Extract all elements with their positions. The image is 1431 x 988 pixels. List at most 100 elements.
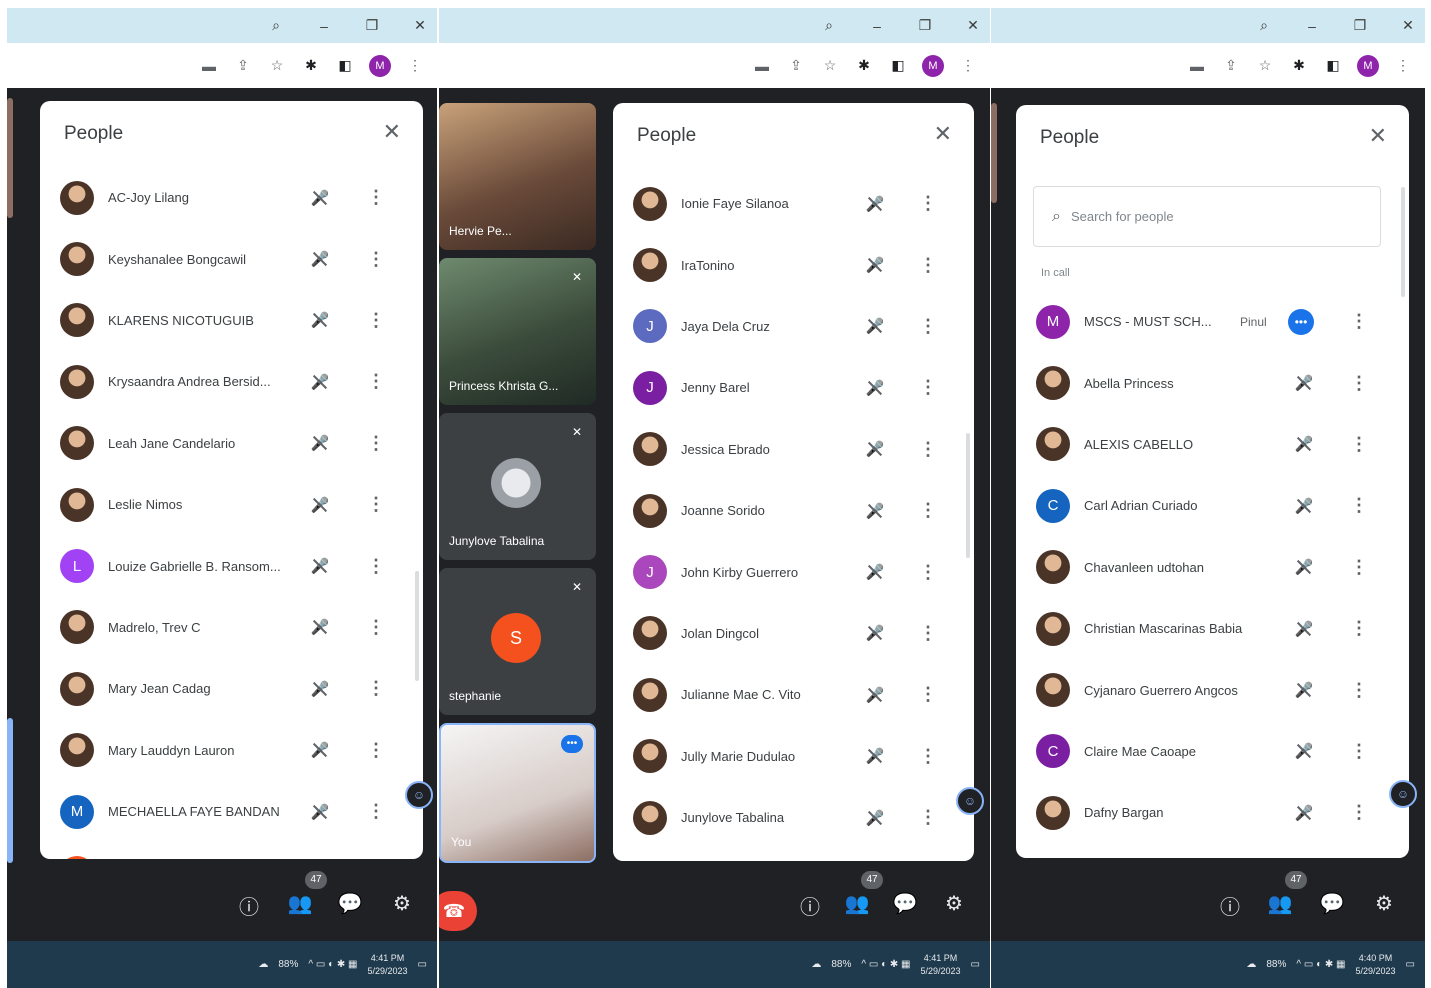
more-options-icon[interactable]: ⋮ [919, 255, 937, 276]
more-options-icon[interactable]: ⋮ [367, 678, 385, 699]
more-options-icon[interactable]: ⋮ [367, 371, 385, 392]
participant-row[interactable]: Keyshanalee Bongcawil 🎤 ⋮ [40, 228, 423, 289]
more-options-icon[interactable]: ⋮ [367, 310, 385, 331]
activities-icon[interactable]: ⚙ [389, 891, 415, 916]
participant-row[interactable]: IraTonino 🎤 ⋮ [613, 234, 974, 295]
info-icon[interactable]: ⓘ [1217, 891, 1243, 920]
participant-row[interactable]: L Louize Gabrielle B. Ransom... 🎤 ⋮ [40, 535, 423, 596]
participant-row[interactable]: ALEXIS CABELLO 🎤 ⋮ [1016, 414, 1409, 475]
people-icon[interactable]: 👥 [287, 891, 313, 916]
minimize-button[interactable]: – [1303, 18, 1321, 34]
share-icon[interactable]: ⇪ [233, 57, 253, 74]
participant-row[interactable]: Jolan Dingcol 🎤 ⋮ [613, 603, 974, 664]
more-options-icon[interactable]: ⋮ [919, 562, 937, 583]
more-options-icon[interactable]: ⋮ [367, 249, 385, 270]
participant-row[interactable]: J John Kirby Guerrero 🎤 ⋮ [613, 541, 974, 602]
participant-row[interactable]: Jessica Ebrado 🎤 ⋮ [613, 419, 974, 480]
info-icon[interactable]: ⓘ [236, 891, 262, 920]
taskbar-clock[interactable]: 4:41 PM 5/29/2023 [921, 952, 961, 978]
tray-icons[interactable]: ^ ▭ ◐ ✱ ▦ [861, 959, 910, 970]
notification-icon[interactable]: ▭ [418, 959, 427, 970]
participant-row[interactable]: Leah Jane Candelario 🎤 ⋮ [40, 413, 423, 474]
more-options-icon[interactable]: ⋮ [367, 187, 385, 208]
tray-icons[interactable]: ^ ▭ ◐ ✱ ▦ [1296, 959, 1345, 970]
participant-row[interactable]: Abella Princess 🎤 ⋮ [1016, 352, 1409, 413]
reactions-button[interactable]: ☺ [956, 787, 984, 815]
chat-icon[interactable]: 💬 [337, 891, 363, 916]
activities-icon[interactable]: ⚙ [941, 891, 967, 916]
sidepanel-icon[interactable]: ◧ [335, 57, 355, 74]
camera-icon[interactable]: ▬ [1187, 58, 1207, 74]
close-window-button[interactable]: ✕ [964, 17, 982, 34]
video-tile[interactable]: ✕ S stephanie [439, 568, 596, 715]
reactions-button[interactable]: ☺ [1389, 780, 1417, 808]
share-icon[interactable]: ⇪ [786, 57, 806, 74]
notification-icon[interactable]: ▭ [971, 959, 980, 970]
more-options-icon[interactable]: ⋮ [919, 807, 937, 828]
more-options-icon[interactable]: ⋮ [1350, 373, 1368, 394]
video-tile[interactable]: Hervie Pe... [439, 103, 596, 250]
extensions-icon[interactable]: ✱ [301, 57, 321, 74]
more-options-icon[interactable]: ⋮ [367, 801, 385, 822]
extensions-icon[interactable]: ✱ [1289, 57, 1309, 74]
tray-icons[interactable]: ^ ▭ ◐ ✱ ▦ [308, 959, 357, 970]
participant-row[interactable]: Joanne Sorido 🎤 ⋮ [613, 480, 974, 541]
participant-row[interactable]: Leslie Nimos 🎤 ⋮ [40, 474, 423, 535]
browser-menu-icon[interactable]: ⋮ [958, 57, 978, 74]
sidepanel-icon[interactable]: ◧ [1323, 57, 1343, 74]
more-options-icon[interactable]: ⋮ [1350, 802, 1368, 823]
browser-menu-icon[interactable]: ⋮ [1393, 57, 1413, 74]
participant-row[interactable]: Dafny Bargan 🎤 ⋮ [1016, 782, 1409, 843]
close-window-button[interactable]: ✕ [1399, 17, 1417, 34]
participant-row[interactable]: AC-Joy Lilang 🎤 ⋮ [40, 167, 423, 228]
taskbar-clock[interactable]: 4:40 PM 5/29/2023 [1356, 952, 1396, 978]
people-icon[interactable]: 👥 [844, 891, 870, 916]
restore-button[interactable]: ❐ [1351, 17, 1369, 34]
camera-icon[interactable]: ▬ [752, 58, 772, 74]
participant-row[interactable]: Madrelo, Trev C 🎤 ⋮ [40, 597, 423, 658]
restore-button[interactable]: ❐ [916, 17, 934, 34]
more-options-icon[interactable]: ⋮ [919, 623, 937, 644]
more-options-icon[interactable]: ⋮ [1350, 618, 1368, 639]
participant-row[interactable]: Mary Lauddyn Lauron 🎤 ⋮ [40, 720, 423, 781]
reactions-button[interactable]: ☺ [405, 781, 433, 809]
sidepanel-icon[interactable]: ◧ [888, 57, 908, 74]
chat-icon[interactable]: 💬 [892, 891, 918, 916]
search-people-input[interactable]: ⌕ Search for people [1033, 186, 1381, 247]
more-options-icon[interactable]: ⋮ [367, 740, 385, 761]
chat-icon[interactable]: 💬 [1319, 891, 1345, 916]
more-options-icon[interactable]: ⋮ [1350, 680, 1368, 701]
weather-icon[interactable]: ☁ [1246, 959, 1256, 970]
activities-icon[interactable]: ⚙ [1371, 891, 1397, 916]
close-panel-button[interactable]: ✕ [1369, 123, 1387, 149]
participant-row[interactable]: J Jaya Dela Cruz 🎤 ⋮ [613, 296, 974, 357]
profile-avatar[interactable]: M [369, 54, 391, 77]
more-options-icon[interactable]: ⋮ [1350, 495, 1368, 516]
video-tile[interactable]: ✕ Junylove Tabalina [439, 413, 596, 560]
profile-avatar[interactable]: M [922, 54, 944, 77]
participant-row[interactable]: M MECHAELLA FAYE BANDAN 🎤 ⋮ [40, 781, 423, 842]
participant-row[interactable]: J Jenny Barel 🎤 ⋮ [613, 357, 974, 418]
scrollbar[interactable] [415, 571, 419, 681]
participant-row[interactable]: Christian Mascarinas Babia 🎤 ⋮ [1016, 598, 1409, 659]
more-badge[interactable]: ••• [561, 735, 583, 753]
participant-row[interactable]: C Claire Mae Caoape 🎤 ⋮ [1016, 721, 1409, 782]
search-icon[interactable]: ⌕ [820, 17, 838, 34]
more-options-icon[interactable]: ⋮ [919, 500, 937, 521]
close-panel-button[interactable]: ✕ [934, 121, 952, 147]
star-icon[interactable]: ☆ [267, 57, 287, 74]
participant-row[interactable]: Jully Marie Dudulao 🎤 ⋮ [613, 726, 974, 787]
more-options-icon[interactable]: ⋮ [919, 439, 937, 460]
minimize-button[interactable]: – [315, 18, 333, 34]
more-options-icon[interactable]: ⋮ [367, 617, 385, 638]
video-tile[interactable]: ✕ Princess Khrista G... [439, 258, 596, 405]
scrollbar[interactable] [966, 433, 970, 558]
weather-icon[interactable]: ☁ [811, 959, 821, 970]
more-options-icon[interactable]: ⋮ [1350, 434, 1368, 455]
minimize-button[interactable]: – [868, 18, 886, 34]
end-call-button[interactable]: ☎ [439, 891, 477, 931]
more-options-icon[interactable]: ⋮ [367, 494, 385, 515]
participant-row[interactable]: NNicole Peñas🎤⋮ [40, 842, 423, 859]
profile-avatar[interactable]: M [1357, 54, 1379, 77]
weather-icon[interactable]: ☁ [258, 959, 268, 970]
